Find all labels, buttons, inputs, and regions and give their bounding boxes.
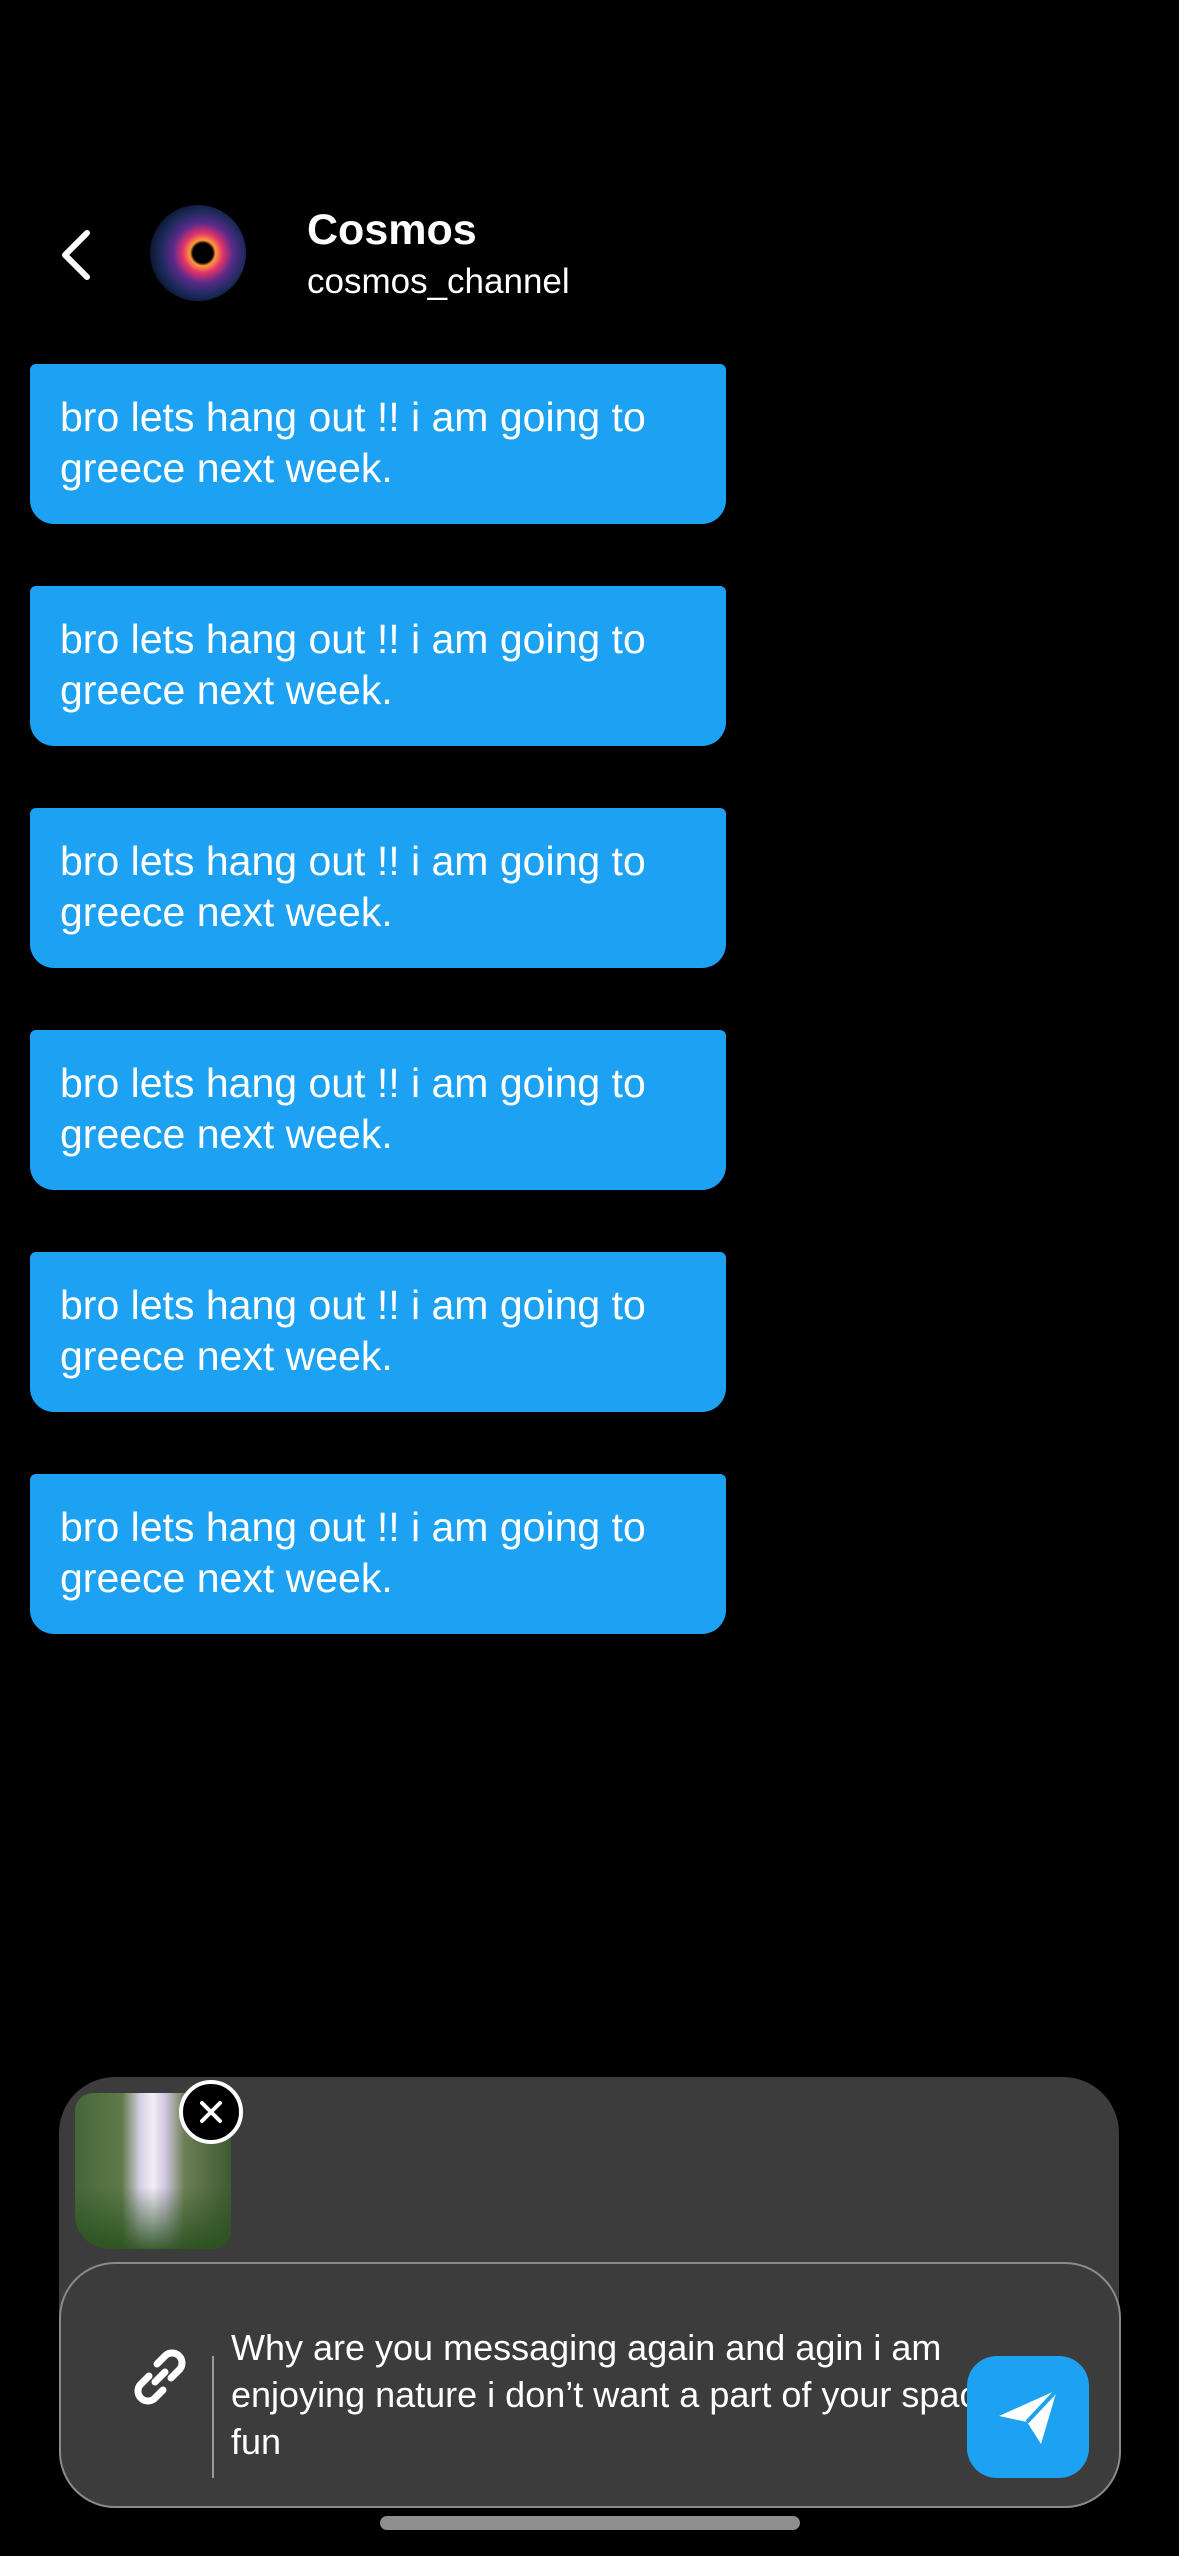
close-icon	[200, 2101, 222, 2123]
input-row: Why are you messaging again and agin i a…	[59, 2262, 1121, 2508]
avatar[interactable]	[150, 205, 246, 301]
message-bubble[interactable]: bro lets hang out !! i am going to greec…	[30, 1030, 726, 1190]
message-bubble[interactable]: bro lets hang out !! i am going to greec…	[30, 1252, 726, 1412]
contact-handle: cosmos_channel	[307, 262, 570, 301]
message-composer: Why are you messaging again and agin i a…	[59, 2077, 1121, 2508]
message-list: bro lets hang out !! i am going to greec…	[30, 364, 730, 1696]
paper-plane-icon	[999, 2388, 1059, 2444]
attach-link-button[interactable]	[117, 2334, 203, 2420]
message-bubble[interactable]: bro lets hang out !! i am going to greec…	[30, 808, 726, 968]
message-bubble[interactable]: bro lets hang out !! i am going to greec…	[30, 586, 726, 746]
message-bubble[interactable]: bro lets hang out !! i am going to greec…	[30, 364, 726, 524]
send-button[interactable]	[967, 2356, 1089, 2478]
message-input[interactable]: Why are you messaging again and agin i a…	[231, 2324, 1011, 2465]
remove-attachment-button[interactable]	[179, 2080, 243, 2144]
chevron-left-icon	[62, 230, 90, 280]
back-button[interactable]	[48, 220, 104, 290]
link-icon	[134, 2349, 186, 2405]
input-divider	[212, 2356, 214, 2478]
chat-header: Cosmos cosmos_channel	[0, 190, 1179, 320]
contact-name: Cosmos	[307, 206, 477, 254]
home-indicator[interactable]	[380, 2516, 800, 2530]
message-bubble[interactable]: bro lets hang out !! i am going to greec…	[30, 1474, 726, 1634]
